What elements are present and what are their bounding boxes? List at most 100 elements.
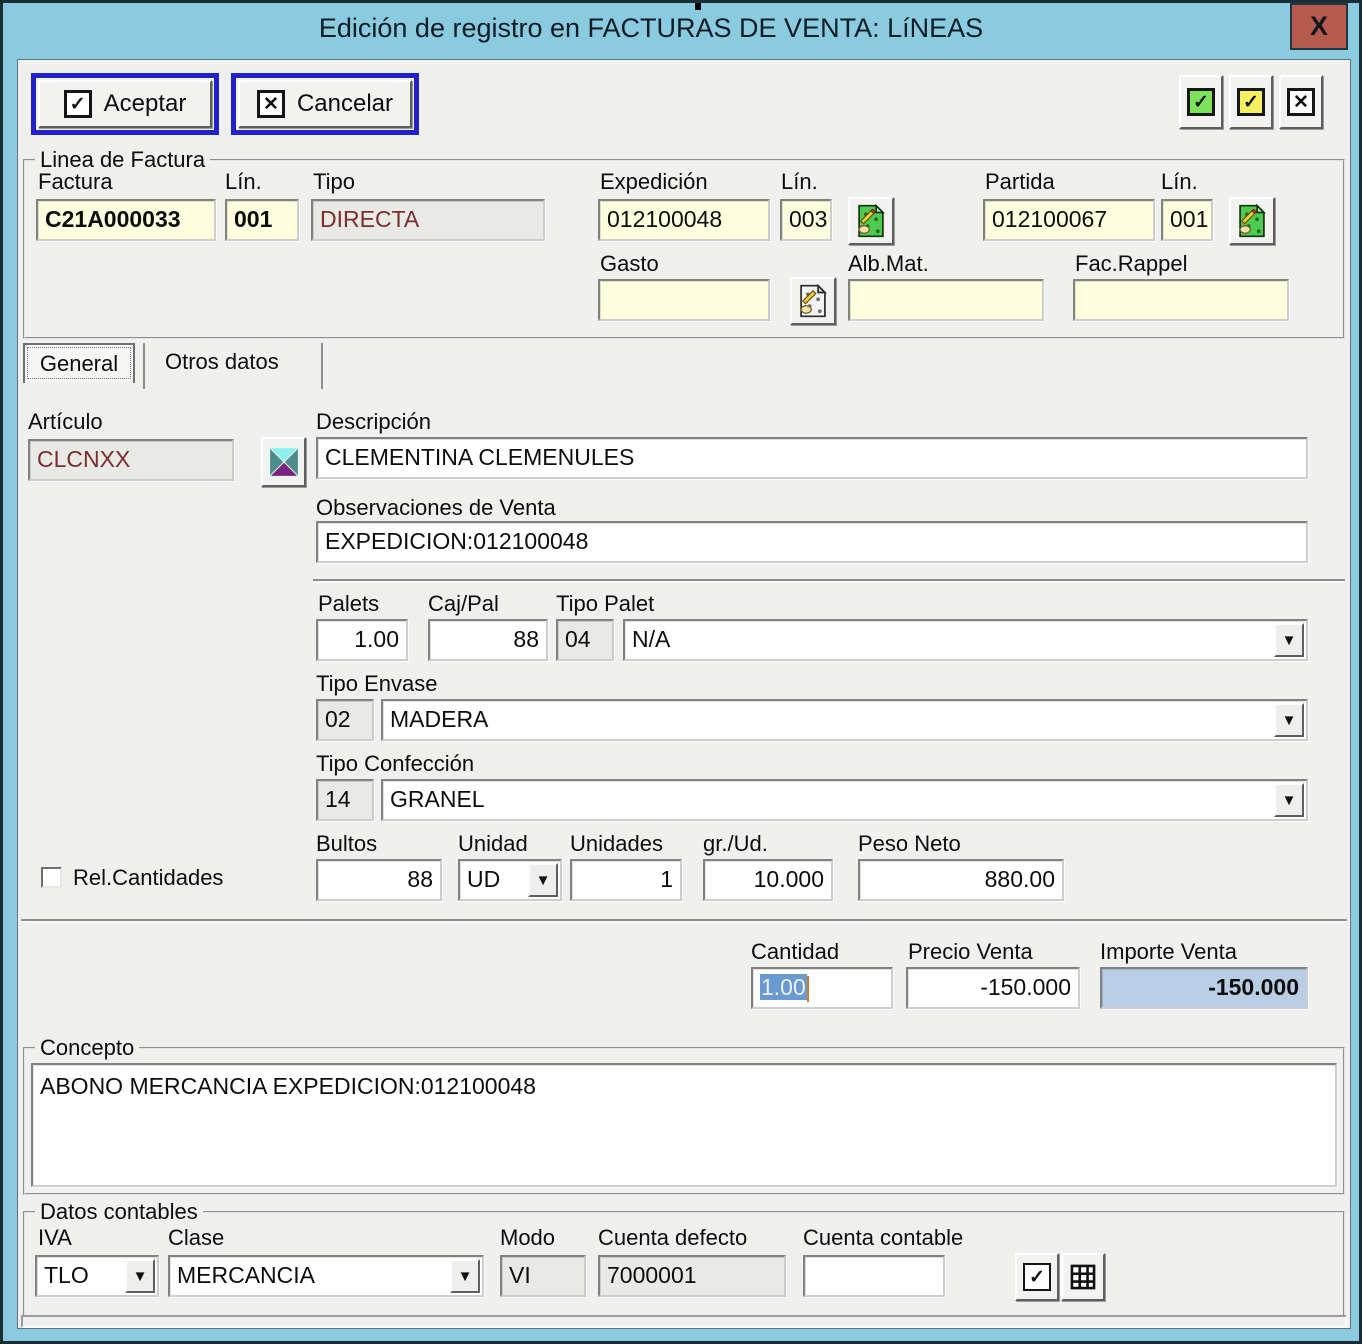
account-grid-button[interactable] [1061,1253,1105,1301]
cantidad-label: Cantidad [751,939,839,965]
facrappel-field[interactable] [1073,279,1289,321]
tipoenvase-combo[interactable]: MADERA ▼ [381,699,1308,741]
cajpal-label: Caj/Pal [428,591,499,617]
importe-venta-field: -150.000 [1100,967,1308,1009]
tipoenvase-code-field: 02 [316,699,374,741]
expedicion-line-label: Lín. [781,169,818,195]
relcantidades-checkbox[interactable] [41,867,62,888]
status-bar [21,1315,1347,1328]
descripcion-label: Descripción [316,409,431,435]
chevron-down-icon[interactable]: ▼ [1274,783,1304,817]
save-accept-all-button[interactable]: ✓ [1179,75,1223,129]
accept-continue-button[interactable]: ✓ [1229,75,1273,129]
cuenta-defecto-field: 7000001 [598,1255,786,1297]
validate-account-button[interactable]: ✓ [1015,1253,1059,1301]
iva-combo[interactable]: TLO ▼ [35,1255,159,1297]
observaciones-label: Observaciones de Venta [316,495,556,521]
unidades-field[interactable]: 1 [570,859,682,901]
descripcion-field[interactable]: CLEMENTINA CLEMENULES [316,437,1308,479]
cuenta-contable-field[interactable] [803,1255,945,1297]
chevron-down-icon[interactable]: ▼ [450,1259,480,1293]
importe-venta-label: Importe Venta [1100,939,1237,965]
grid-table-icon [1070,1264,1096,1290]
chevron-down-icon[interactable]: ▼ [125,1259,155,1293]
tipopalet-code-field: 04 [556,619,614,661]
green-document-lookup-icon [857,204,885,238]
expedicion-lookup-button[interactable] [848,197,894,245]
articulo-field: CLCNXX [28,439,234,481]
observaciones-field[interactable]: EXPEDICION:012100048 [316,521,1308,563]
partida-field[interactable]: 012100067 [983,199,1155,241]
section-separator [21,919,1347,923]
partida-line-field[interactable]: 001 [1161,199,1213,241]
bultos-field[interactable]: 88 [316,859,442,901]
pesoneto-label: Peso Neto [858,831,961,857]
factura-field[interactable]: C21A000033 [36,199,216,241]
precio-venta-label: Precio Venta [908,939,1033,965]
tipo-field: DIRECTA [311,199,545,241]
cancel-button-label: Cancelar [297,90,393,118]
iva-label: IVA [38,1225,72,1251]
gasto-field[interactable] [598,279,770,321]
relcantidades-label: Rel.Cantidades [73,865,223,891]
factura-line-label: Lín. [225,169,262,195]
green-document-lookup-icon [1238,204,1266,238]
tab-general[interactable]: General [23,343,135,383]
grud-field[interactable]: 10.000 [703,859,833,901]
accept-button-label: Aceptar [104,90,187,118]
tipopalet-combo[interactable]: N/A ▼ [623,619,1308,661]
expedicion-label: Expedición [600,169,708,195]
palets-field[interactable]: 1.00 [316,619,408,661]
text-caret [807,976,809,1002]
partida-lookup-button[interactable] [1229,197,1275,245]
unidad-label: Unidad [458,831,528,857]
cajpal-field[interactable]: 88 [428,619,548,661]
concepto-textarea[interactable]: ABONO MERCANCIA EXPEDICION:012100048 [31,1063,1337,1187]
chevron-down-icon[interactable]: ▼ [1274,703,1304,737]
cantidad-field[interactable]: 1.00 [751,967,893,1009]
tab-otros-datos[interactable]: Otros datos [165,349,279,375]
close-icon: X [1310,11,1328,42]
expedicion-line-field[interactable]: 003 [780,199,832,241]
precio-venta-field[interactable]: -150.000 [906,967,1080,1009]
factura-label: Factura [38,169,113,195]
tipopalet-label: Tipo Palet [556,591,654,617]
accept-button[interactable]: ✓ Aceptar [38,80,212,128]
white-cross-icon: ✕ [1287,88,1315,116]
chevron-down-icon[interactable]: ▼ [1274,623,1304,657]
tipoconf-label: Tipo Confección [316,751,474,777]
hourglass-triangles-icon [268,445,300,479]
dialog-title: Edición de registro en FACTURAS DE VENTA… [3,13,1299,44]
yellow-check-icon: ✓ [1237,88,1265,116]
tab-otros-datos-label: Otros datos [165,349,279,374]
discard-button[interactable]: ✕ [1279,75,1323,129]
articulo-label: Artículo [28,409,103,435]
cancel-button[interactable]: ✕ Cancelar [238,80,412,128]
cuenta-defecto-label: Cuenta defecto [598,1225,747,1251]
unidad-combo[interactable]: UD ▼ [458,859,562,901]
unidades-label: Unidades [570,831,663,857]
section-separator [313,579,1345,583]
gasto-lookup-button[interactable] [790,277,836,325]
albmat-field[interactable] [848,279,1044,321]
articulo-lookup-button[interactable] [261,437,306,487]
palets-label: Palets [318,591,379,617]
selected-text: 1.00 [760,974,807,1000]
tipo-label: Tipo [313,169,355,195]
tab-general-label: General [40,351,118,377]
pesoneto-field[interactable]: 880.00 [858,859,1064,901]
tipoconf-code-field: 14 [316,779,374,821]
cancel-button-ring: ✕ Cancelar [231,73,419,135]
gray-document-lookup-icon [799,284,827,318]
close-button[interactable]: X [1290,3,1348,50]
factura-line-field[interactable]: 001 [225,199,299,241]
clase-label: Clase [168,1225,224,1251]
tab-divider [143,343,145,389]
facrappel-label: Fac.Rappel [1075,251,1188,277]
chevron-down-icon[interactable]: ▼ [528,863,558,897]
expedicion-field[interactable]: 012100048 [598,199,770,241]
toolbar-icon-group: ✓ ✓ ✕ [1179,75,1323,129]
clase-combo[interactable]: MERCANCIA ▼ [168,1255,484,1297]
grud-label: gr./Ud. [703,831,768,857]
tipoconf-combo[interactable]: GRANEL ▼ [381,779,1308,821]
